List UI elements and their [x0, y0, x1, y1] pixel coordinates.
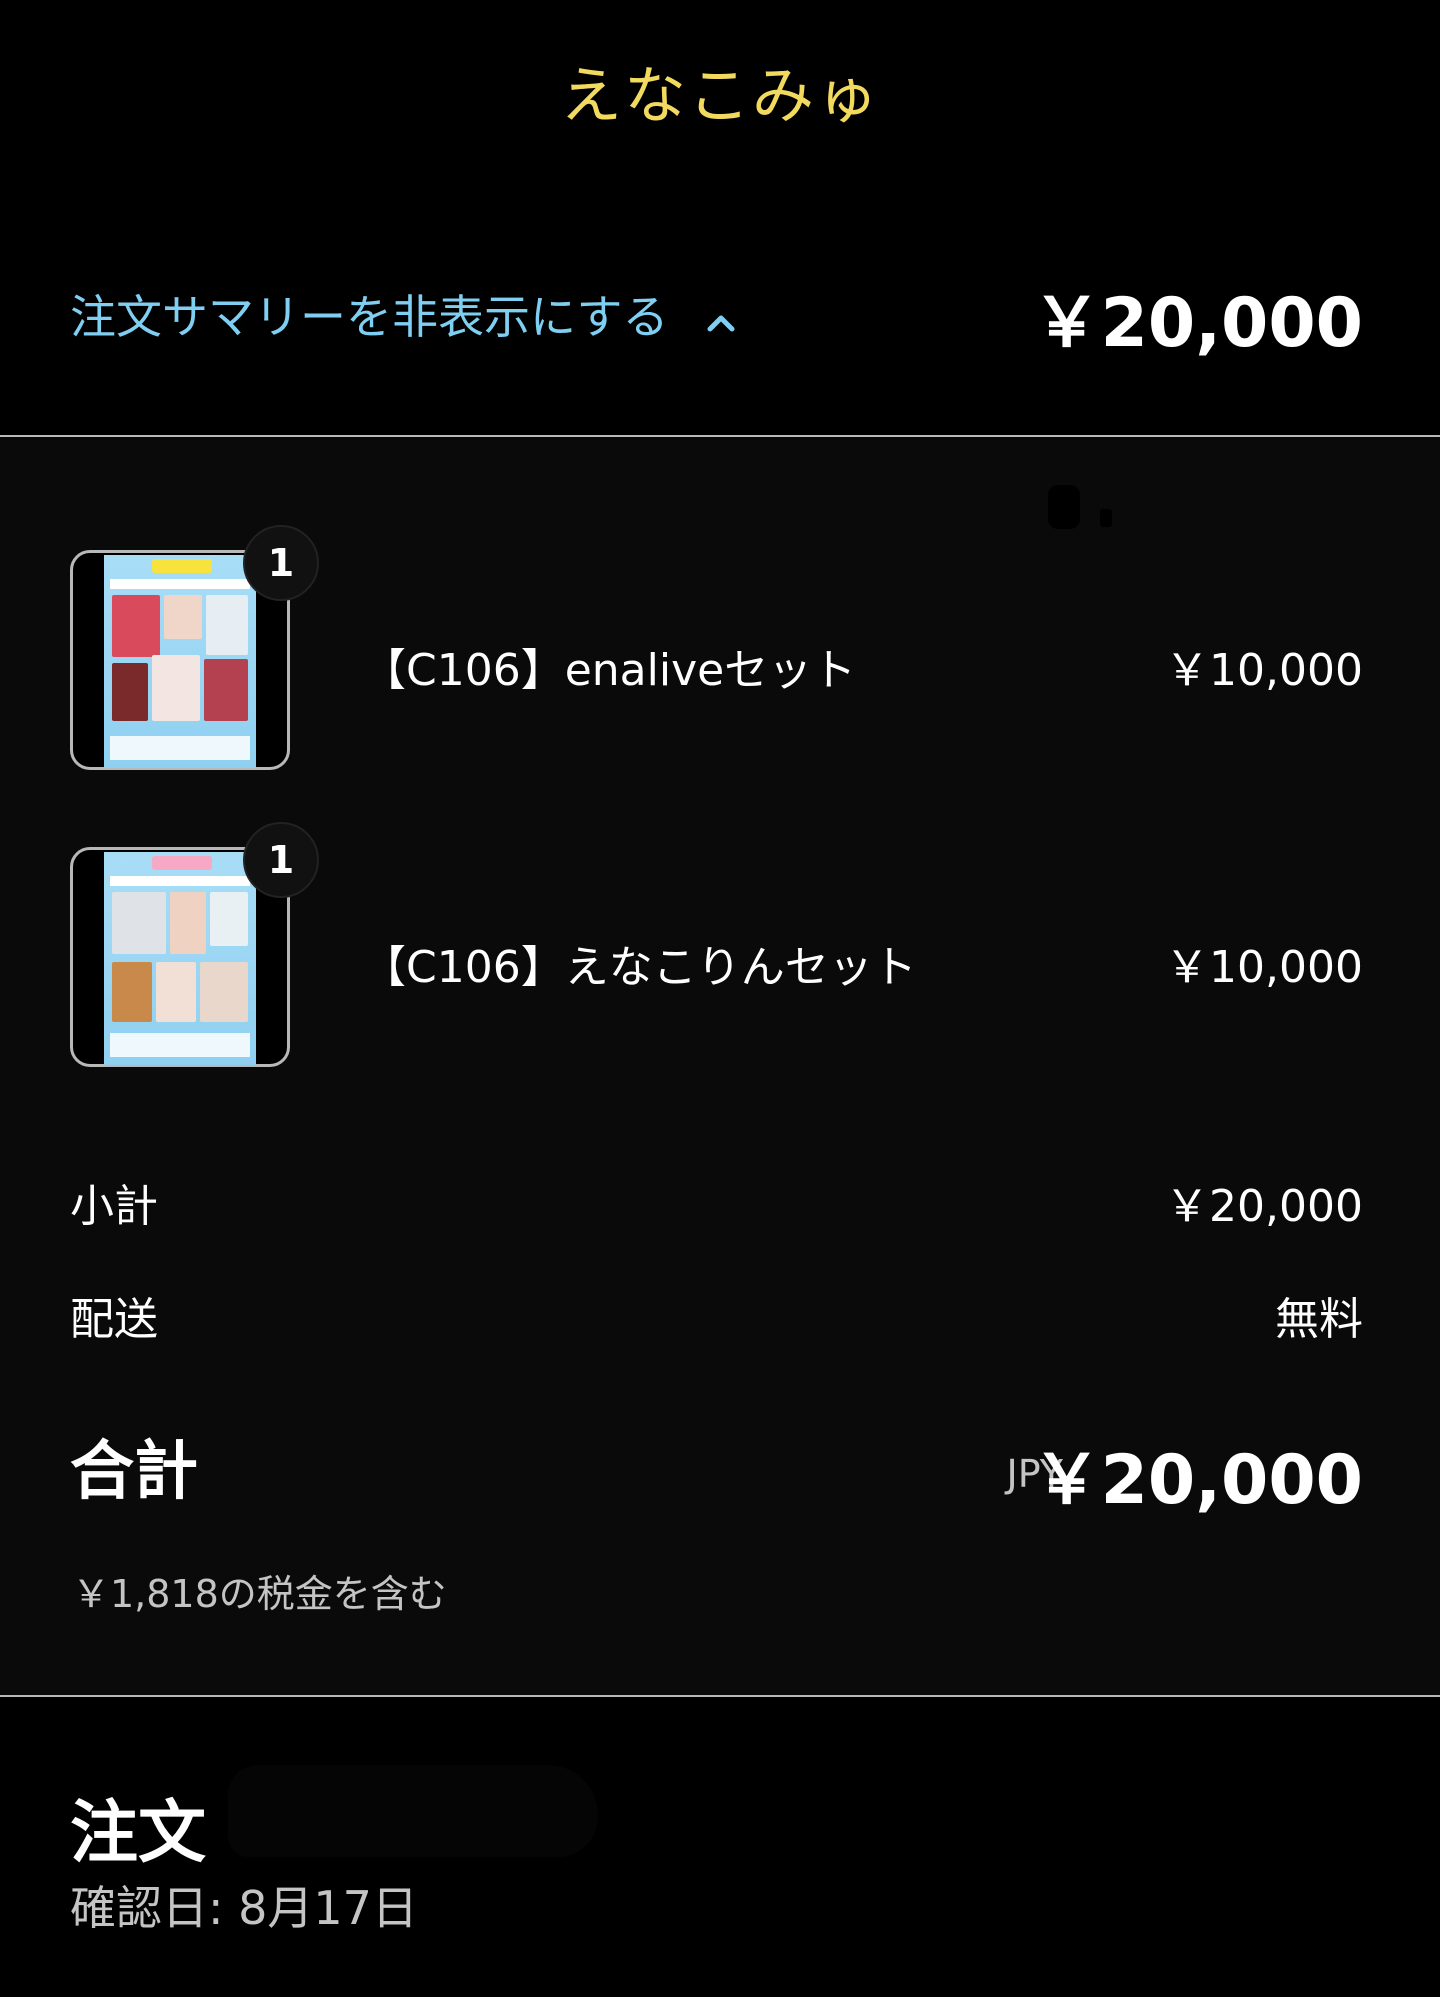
product-thumbnail: 1: [70, 822, 319, 1067]
shipping-row: 配送 無料: [70, 1283, 1363, 1345]
order-summary-toggle-bar: 注文サマリーを非表示にする ￥20,000: [0, 175, 1440, 437]
total-label: 合計: [70, 1435, 198, 1509]
cart-item: 1 【C106】えなこりんセット ￥10,000: [0, 822, 1440, 1077]
cart-item: 1 【C106】enaliveセット ￥10,000: [0, 525, 1440, 780]
product-thumbnail: 1: [70, 525, 319, 770]
confirmation-date: 確認日: 8月17日: [70, 1881, 418, 1935]
item-name: 【C106】えなこりんセット: [362, 942, 917, 993]
toggle-label: 注文サマリーを非表示にする: [70, 290, 669, 344]
quantity-badge: 1: [243, 822, 319, 898]
chevron-up-icon: [704, 297, 738, 332]
hide-order-summary-button[interactable]: 注文サマリーを非表示にする: [70, 281, 738, 347]
quantity-badge: 1: [243, 525, 319, 601]
order-confirmation: 注文 確認日: 8月17日: [0, 1697, 1440, 1997]
product-image: [104, 852, 256, 1065]
total-amount: ￥20,000: [1032, 1441, 1363, 1520]
subtotal-value: ￥20,000: [1165, 1181, 1363, 1232]
item-price: ￥10,000: [1165, 645, 1363, 696]
shipping-label: 配送: [70, 1294, 158, 1345]
store-name[interactable]: えなこみゅ: [0, 45, 1440, 135]
item-name: 【C106】enaliveセット: [362, 645, 857, 696]
shipping-value: 無料: [1275, 1294, 1363, 1345]
product-image: [104, 555, 256, 768]
order-number-redaction: [228, 1765, 598, 1857]
tax-note: ￥1,818の税金を含む: [72, 1572, 447, 1616]
item-price: ￥10,000: [1165, 942, 1363, 993]
redaction-mark: [1048, 485, 1080, 529]
summary-total-price: ￥20,000: [1032, 284, 1363, 363]
subtotal-label: 小計: [70, 1181, 158, 1232]
subtotal-row: 小計 ￥20,000: [70, 1170, 1363, 1232]
order-title: 注文: [70, 1794, 207, 1873]
redaction-mark: [1100, 509, 1112, 527]
store-header: えなこみゅ: [0, 0, 1440, 175]
